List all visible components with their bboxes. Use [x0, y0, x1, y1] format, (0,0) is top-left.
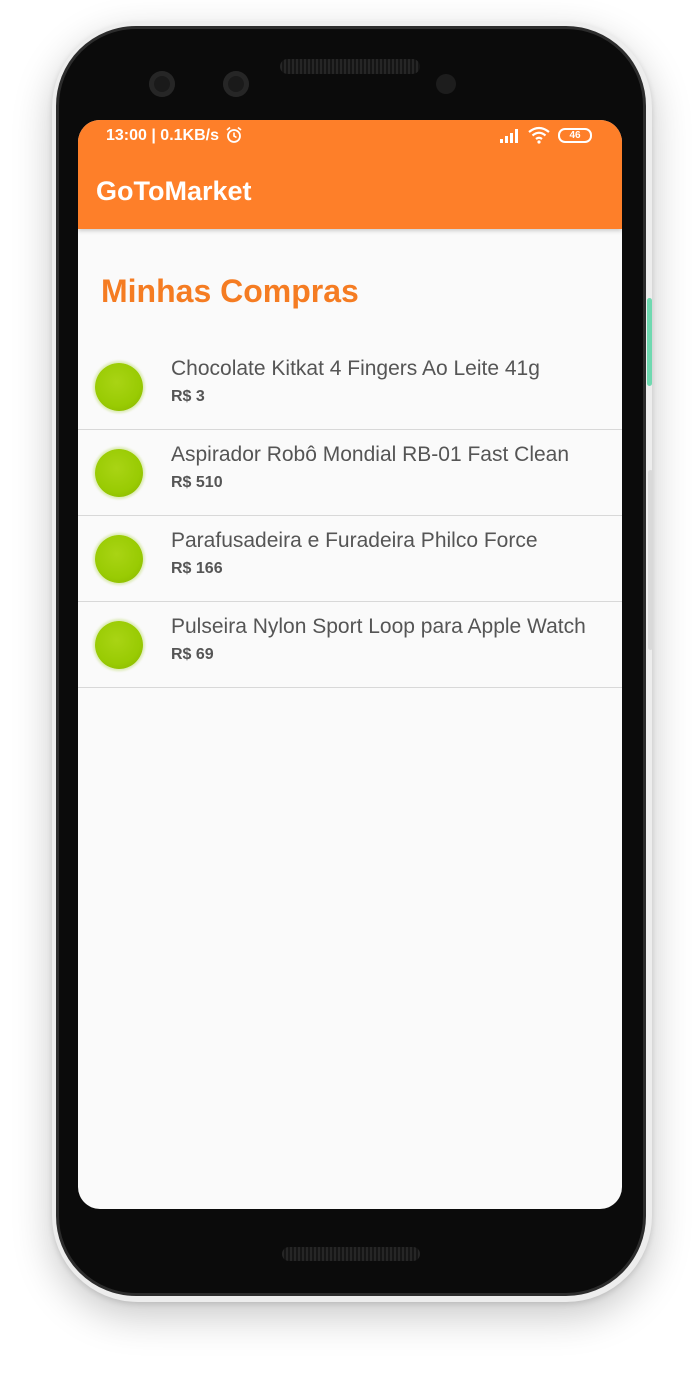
wifi-icon — [528, 126, 550, 144]
front-camera-secondary — [223, 71, 249, 97]
proximity-sensor — [436, 74, 456, 94]
volume-button — [647, 298, 652, 386]
item-status-dot — [95, 535, 143, 583]
purchase-list: Chocolate Kitkat 4 Fingers Ao Leite 41g … — [78, 344, 622, 688]
page-title: Minhas Compras — [101, 273, 359, 309]
item-price: R$ 69 — [171, 646, 214, 663]
item-price: R$ 3 — [171, 388, 205, 405]
battery-icon: 46 — [558, 128, 592, 143]
item-name: Parafusadeira e Furadeira Philco Force — [171, 529, 538, 552]
item-name: Aspirador Robô Mondial RB-01 Fast Clean — [171, 443, 570, 466]
list-item[interactable]: Parafusadeira e Furadeira Philco Force R… — [78, 516, 622, 602]
item-name: Chocolate Kitkat 4 Fingers Ao Leite 41g — [171, 357, 540, 380]
item-status-dot — [95, 449, 143, 497]
list-item[interactable]: Aspirador Robô Mondial RB-01 Fast Clean … — [78, 430, 622, 516]
item-status-dot — [95, 363, 143, 411]
item-name: Pulseira Nylon Sport Loop para Apple Wat… — [171, 615, 586, 638]
item-status-dot — [95, 621, 143, 669]
list-item[interactable]: Pulseira Nylon Sport Loop para Apple Wat… — [78, 602, 622, 688]
list-item[interactable]: Chocolate Kitkat 4 Fingers Ao Leite 41g … — [78, 344, 622, 430]
power-button — [648, 470, 653, 650]
earpiece-speaker — [280, 59, 420, 74]
item-price: R$ 510 — [171, 474, 223, 491]
alarm-icon — [226, 126, 242, 143]
bottom-speaker — [282, 1247, 420, 1261]
app-title: GoToMarket — [96, 176, 252, 206]
item-price: R$ 166 — [171, 560, 223, 577]
status-time: 13:00 | 0.1KB/s — [106, 127, 219, 144]
app-screen: 13:00 | 0.1KB/s 46 GoToMarket Minhas Com… — [78, 120, 622, 1209]
front-camera — [149, 71, 175, 97]
signal-icon — [500, 129, 518, 143]
app-bar: 13:00 | 0.1KB/s 46 GoToMarket — [78, 120, 622, 229]
